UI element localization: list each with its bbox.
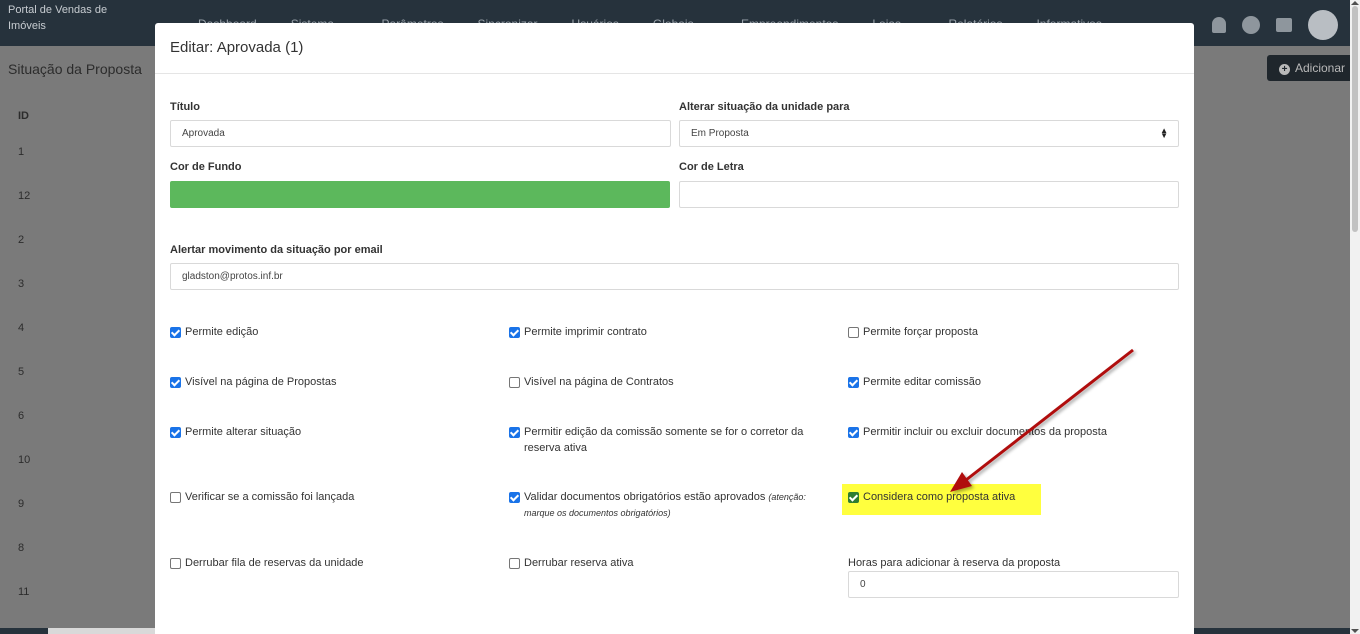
annotation-arrow-icon [950, 348, 1134, 492]
arrow-shape [950, 348, 1134, 492]
